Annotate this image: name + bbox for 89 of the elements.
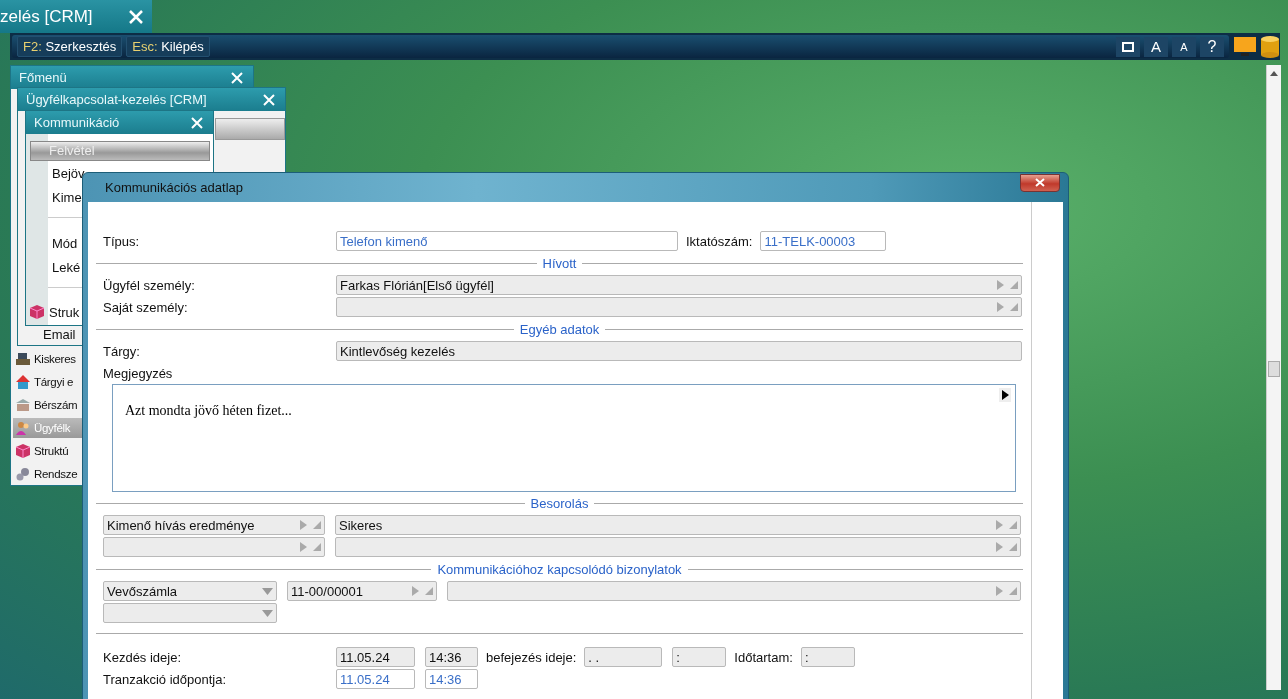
register-icon xyxy=(15,351,31,367)
corner-icon xyxy=(313,543,321,551)
corner-icon xyxy=(1009,521,1017,529)
result-field[interactable]: Sikeres xyxy=(335,515,1021,535)
section-title: Hívott xyxy=(542,255,577,271)
close-button[interactable] xyxy=(1020,173,1060,192)
corner-icon xyxy=(1009,543,1017,551)
field-label: Megjegyzés xyxy=(102,365,174,381)
house-icon xyxy=(15,374,31,390)
date-field[interactable]: . . xyxy=(584,647,663,667)
window-title: Ügyfélkapcsolat-kezelés [CRM] xyxy=(26,92,207,107)
window-title: Kommunikáció xyxy=(34,115,120,130)
menu-item[interactable]: Bejöv xyxy=(52,163,85,183)
menu-item[interactable]: Struktú xyxy=(13,441,85,461)
number-field[interactable]: 11-TELK-00003 xyxy=(760,231,887,251)
corner-icon xyxy=(1010,281,1018,289)
corner-icon xyxy=(425,587,433,595)
duration-field[interactable]: : xyxy=(800,647,855,667)
database-icon[interactable] xyxy=(1260,34,1280,59)
time-field[interactable]: 14:36 xyxy=(425,669,478,689)
menu-item[interactable]: Kime xyxy=(52,187,85,207)
field-label: Tranzakció időpontja: xyxy=(102,671,228,687)
scroll-thumb[interactable] xyxy=(1268,361,1280,377)
field-label: Típus: xyxy=(102,233,141,249)
money-icon xyxy=(15,397,31,413)
shortcut-button[interactable]: Esc: Kilépés xyxy=(126,36,210,57)
dropdown-icon[interactable] xyxy=(262,587,273,595)
people-icon xyxy=(15,420,31,436)
font-larger-button[interactable]: A xyxy=(1144,36,1168,57)
close-icon[interactable] xyxy=(128,8,144,25)
menu-item[interactable]: Struk xyxy=(29,302,80,322)
field-label: befejezés ideje: xyxy=(485,649,578,665)
document-type-field[interactable]: Vevőszámla xyxy=(103,581,277,601)
section-title: Kommunikációhoz kapcsolódó bizonylatok xyxy=(437,561,682,577)
menu-item[interactable]: Mód xyxy=(52,233,81,253)
menu-header xyxy=(215,118,285,140)
dialog-title: Kommunikációs adatlap xyxy=(105,180,244,195)
field-label: Ügyfél személy: xyxy=(102,277,196,293)
corner-icon xyxy=(1010,303,1018,311)
menu-item[interactable]: Bérszám xyxy=(13,395,85,415)
corner-icon xyxy=(313,521,321,529)
menu-item[interactable]: Rendsze xyxy=(13,464,85,484)
window-title: Főmenü xyxy=(19,70,67,85)
section-title: Besorolás xyxy=(530,495,589,511)
close-icon xyxy=(1035,178,1045,187)
date-field[interactable]: 11.05.24 xyxy=(336,669,415,689)
menu-item[interactable]: Kiskeres xyxy=(13,349,85,369)
field-label: Kezdés ideje: xyxy=(102,649,183,665)
date-field[interactable]: 11.05.24 xyxy=(336,647,415,667)
document-number-field[interactable]: 11-00/00001 xyxy=(287,581,437,601)
close-icon[interactable] xyxy=(261,91,277,108)
square-icon xyxy=(1122,41,1134,52)
cube-icon xyxy=(29,304,45,320)
dropdown-icon[interactable] xyxy=(262,609,273,617)
category-field[interactable]: Kimenő hívás eredménye xyxy=(103,515,325,535)
menu-item[interactable]: Leké xyxy=(52,257,81,277)
document-type-field[interactable] xyxy=(103,603,277,623)
time-field[interactable]: 14:36 xyxy=(425,647,478,667)
person-field[interactable] xyxy=(336,297,1022,317)
arrow-icon[interactable] xyxy=(999,388,1011,402)
shortcut-button[interactable]: F2: Szerkesztés xyxy=(17,36,123,57)
window-button[interactable] xyxy=(1116,36,1140,57)
menu-header: Felvétel xyxy=(30,141,210,161)
field-label: Iktatószám: xyxy=(685,233,754,249)
close-icon[interactable] xyxy=(229,69,245,86)
corner-icon xyxy=(1009,587,1017,595)
field-label: Tárgy: xyxy=(102,343,141,359)
gear-icon xyxy=(15,466,31,482)
section-title: Egyéb adatok xyxy=(519,321,600,337)
close-icon[interactable] xyxy=(189,114,205,131)
up-arrow-icon[interactable] xyxy=(1270,70,1278,76)
category-field[interactable] xyxy=(103,537,325,557)
field-label: Időtartam: xyxy=(733,649,794,665)
document-field[interactable] xyxy=(447,581,1021,601)
cube-icon xyxy=(15,443,31,459)
font-smaller-button[interactable]: A xyxy=(1172,36,1196,57)
monitor-icon[interactable] xyxy=(1233,35,1257,58)
scrollbar[interactable] xyxy=(1266,65,1281,690)
menu-item[interactable]: Email xyxy=(43,327,76,342)
subject-field[interactable]: Kintlevőség kezelés xyxy=(336,341,1022,361)
person-field[interactable]: Farkas Flórián[Első ügyfél] xyxy=(336,275,1022,295)
window-title: zelés [CRM] xyxy=(0,6,93,27)
result-field[interactable] xyxy=(335,537,1021,557)
type-field[interactable]: Telefon kimenő xyxy=(336,231,678,251)
menu-item[interactable]: Tárgyi e xyxy=(13,372,85,392)
note-field[interactable]: Azt mondta jövő héten fizet... xyxy=(112,384,1016,492)
help-button[interactable]: ? xyxy=(1200,36,1224,57)
time-field[interactable]: : xyxy=(672,647,727,667)
field-label: Saját személy: xyxy=(102,299,189,315)
